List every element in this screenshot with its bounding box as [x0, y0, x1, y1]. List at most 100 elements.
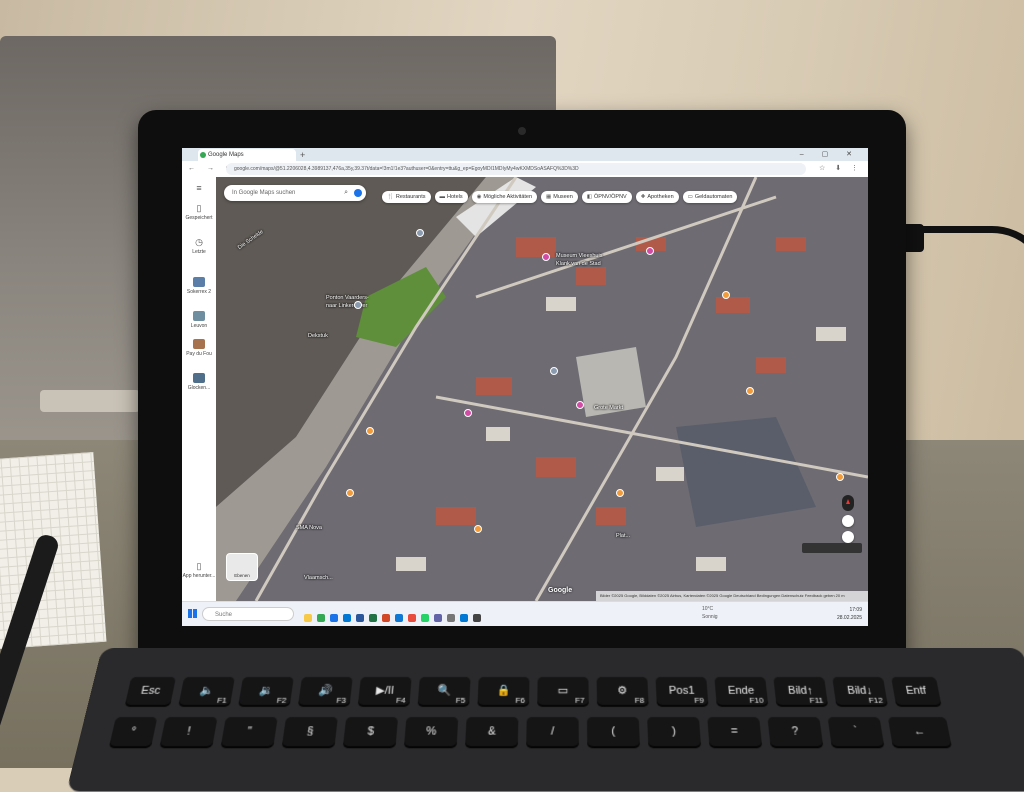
keyboard-key[interactable]: ⚙ F8 — [597, 677, 649, 705]
directions-icon[interactable] — [354, 189, 362, 197]
map-pin[interactable] — [836, 473, 844, 481]
map-pin[interactable] — [722, 291, 730, 299]
map-pin[interactable] — [646, 247, 654, 255]
browser-toolbar-icons[interactable]: ☆ ⬇ ⋮ — [819, 163, 862, 175]
keyboard-key[interactable]: Bild↑ F11 — [773, 677, 828, 705]
keyboard-key[interactable]: § — [282, 717, 338, 746]
taskbar-search[interactable]: Suche — [202, 607, 294, 621]
label-museum-2[interactable]: Klank van de Stad — [556, 261, 601, 267]
chip-pharmacies[interactable]: ✚ Apotheken — [636, 191, 679, 203]
chip-restaurants[interactable]: 🍴 Restaurants — [382, 191, 431, 203]
rail-item-place-1[interactable]: Sokerrex 2 — [182, 277, 216, 295]
search-icon[interactable]: ⌕ — [344, 185, 348, 201]
map-pin[interactable] — [346, 489, 354, 497]
word-icon[interactable] — [356, 614, 364, 622]
app-icon[interactable] — [408, 614, 416, 622]
keyboard-key[interactable]: Pos1 F9 — [655, 677, 708, 705]
rail-item-saved[interactable]: ▯ Gespeichert — [182, 203, 216, 221]
keyboard-key[interactable]: ` — [828, 717, 885, 746]
rail-item-place-4[interactable]: Glocken... — [182, 373, 216, 391]
store-icon[interactable] — [343, 614, 351, 622]
settings-icon[interactable] — [447, 614, 455, 622]
satellite-map[interactable]: In Google Maps suchen ⌕ 🍴 Restaurants ▬ Hot… — [216, 177, 868, 601]
keyboard-key[interactable]: 🔊 F3 — [298, 677, 353, 705]
app-icon[interactable] — [460, 614, 468, 622]
map-pin-ferry[interactable] — [354, 301, 362, 309]
chip-activities[interactable]: ◉ Mögliche Aktivitäten — [472, 191, 537, 203]
label-square[interactable]: Grote Markt — [594, 405, 623, 411]
map-pin[interactable] — [616, 489, 624, 497]
keyboard-key[interactable]: / — [526, 717, 579, 746]
rail-item-get-app[interactable]: ▯ App herunter... — [182, 561, 216, 579]
file-explorer-icon[interactable] — [304, 614, 312, 622]
keyboard-key[interactable]: % — [404, 717, 458, 746]
keyboard-key[interactable]: ← — [888, 717, 952, 746]
keyboard-key[interactable]: 🔈 F1 — [179, 677, 235, 705]
search-box[interactable]: In Google Maps suchen ⌕ — [224, 185, 366, 201]
keyboard-key[interactable]: Bild↓ F12 — [832, 677, 888, 705]
pegman-icon[interactable] — [842, 531, 854, 543]
keyboard-key[interactable]: 🔍 F5 — [418, 677, 471, 705]
powerpoint-icon[interactable] — [382, 614, 390, 622]
rail-item-place-3[interactable]: Pay du Fou — [182, 339, 216, 357]
map-pin[interactable] — [464, 409, 472, 417]
label-vlaamsch[interactable]: Vlaamsch... — [304, 575, 333, 581]
label-plattel[interactable]: Plat... — [616, 533, 630, 539]
tilt-button[interactable] — [842, 515, 854, 527]
chip-atms[interactable]: ▭ Geldautomaten — [683, 191, 738, 203]
window-controls[interactable]: – ▢ ✕ — [800, 149, 860, 161]
map-pin[interactable] — [474, 525, 482, 533]
keyboard-key[interactable]: = — [707, 717, 762, 746]
keyboard-key[interactable]: $ — [343, 717, 398, 746]
label-dock[interactable]: Dekstuk — [308, 333, 328, 339]
rail-item-recent[interactable]: ◷ Letzte — [182, 237, 216, 255]
weather-widget[interactable]: 10°C Sonnig — [702, 605, 718, 621]
app-icon[interactable] — [473, 614, 481, 622]
map-pin[interactable] — [576, 401, 584, 409]
keyboard-key[interactable]: ▭ F7 — [537, 677, 589, 705]
keyboard-key[interactable]: " — [221, 717, 278, 746]
chrome-icon[interactable] — [317, 614, 325, 622]
label-sma[interactable]: SMA Nova — [296, 525, 322, 531]
menu-button[interactable]: ≡ — [182, 183, 216, 195]
keyboard-key[interactable]: Entf — [891, 677, 941, 705]
label-ponton[interactable]: Ponton Vaarders- — [326, 295, 369, 301]
label-museum[interactable]: Museum Vleeshuis — [556, 253, 602, 259]
map-pin[interactable] — [746, 387, 754, 395]
keyboard-key[interactable]: ) — [647, 717, 701, 746]
edge-icon[interactable] — [330, 614, 338, 622]
keyboard-key[interactable]: 🔉 F2 — [238, 677, 294, 705]
new-tab-button[interactable]: + — [300, 149, 305, 161]
keyboard-key[interactable]: ? — [767, 717, 823, 746]
hamburger-menu-icon: ≡ — [182, 183, 216, 193]
whatsapp-icon[interactable] — [421, 614, 429, 622]
keyboard-key[interactable]: ! — [160, 717, 218, 746]
chip-museums[interactable]: ▦ Museen — [541, 191, 578, 203]
key-fn-label: F11 — [809, 696, 824, 706]
zoom-scale-control[interactable] — [802, 543, 862, 553]
map-pin-museum[interactable] — [542, 253, 550, 261]
keyboard-key[interactable]: & — [465, 717, 518, 746]
url-field[interactable]: google.com/maps/@51.2206028,4.3989137,47… — [226, 163, 806, 175]
map-pin[interactable] — [550, 367, 558, 375]
browser-tab[interactable]: Google Maps — [198, 149, 296, 161]
windows-start-icon[interactable] — [188, 609, 197, 618]
keyboard-key[interactable]: Ende F10 — [714, 677, 768, 705]
keyboard-key[interactable]: ▶/II F4 — [358, 677, 412, 705]
layers-button[interactable]: Ebenen — [226, 553, 258, 581]
keyboard-key[interactable]: 🔒 F6 — [477, 677, 529, 705]
teams-icon[interactable] — [434, 614, 442, 622]
system-clock[interactable]: 17:09 28.02.2025 — [837, 606, 862, 622]
rail-item-place-2[interactable]: Leuvon — [182, 311, 216, 329]
outlook-icon[interactable] — [395, 614, 403, 622]
chip-hotels[interactable]: ▬ Hotels — [435, 191, 468, 203]
map-pin[interactable] — [416, 229, 424, 237]
chip-transit[interactable]: ◧ ÖPNV/ÖPNV — [582, 191, 632, 203]
excel-icon[interactable] — [369, 614, 377, 622]
compass-icon[interactable] — [842, 495, 854, 511]
keyboard-key[interactable]: Esc — [125, 677, 176, 705]
keyboard-key[interactable]: ° — [109, 717, 157, 746]
weather-desc: Sonnig — [702, 613, 718, 621]
map-pin[interactable] — [366, 427, 374, 435]
keyboard-key[interactable]: ( — [587, 717, 640, 746]
